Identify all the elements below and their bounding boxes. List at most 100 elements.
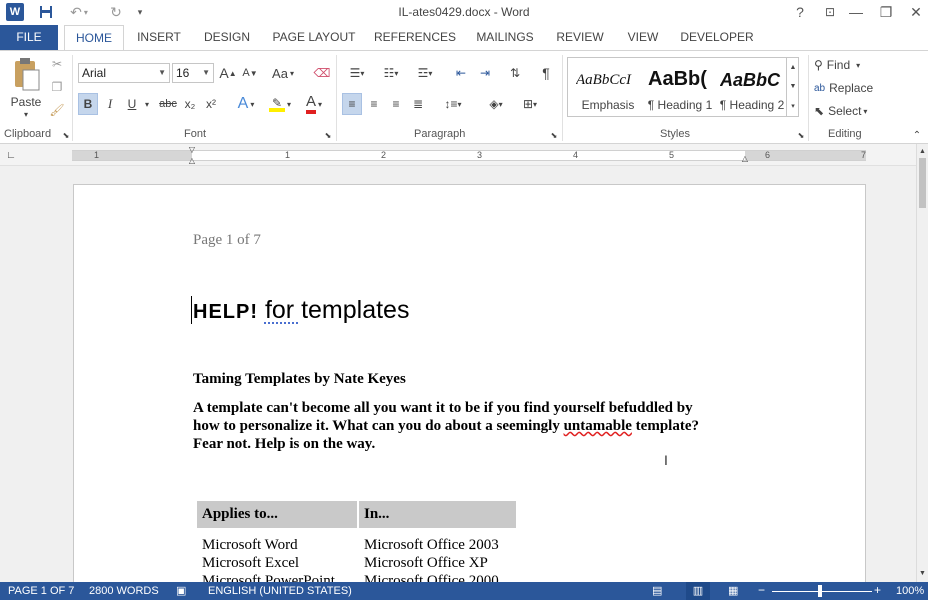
font-color-icon: A	[305, 94, 316, 114]
word-count[interactable]: 2800 WORDS	[89, 585, 159, 597]
paste-dropdown-icon[interactable]: ▾	[20, 109, 32, 119]
tab-developer[interactable]: DEVELOPER	[678, 25, 756, 50]
style-emphasis[interactable]: AaBbCcI Emphasis	[572, 60, 644, 114]
scroll-down-icon[interactable]: ▼	[917, 568, 928, 578]
text-effects-button[interactable]: A ▾	[232, 93, 260, 115]
proofing-icon[interactable]: ▣	[176, 584, 186, 597]
zoom-slider-thumb[interactable]	[818, 585, 822, 597]
format-painter-icon[interactable]: 🖌	[48, 101, 66, 119]
tab-page-layout[interactable]: PAGE LAYOUT	[266, 25, 362, 50]
ruler-number: 6	[765, 150, 771, 160]
show-formatting-icon[interactable]: ¶	[536, 63, 556, 83]
tab-insert[interactable]: INSERT	[132, 25, 186, 50]
borders-icon[interactable]: ⊞ ▾	[514, 93, 546, 115]
list-item: Microsoft Office XP	[364, 555, 488, 571]
editing-group-label: Editing	[828, 128, 862, 140]
multilevel-list-icon[interactable]: ☲ ▾	[410, 63, 440, 83]
paste-button[interactable]: Paste	[6, 95, 46, 109]
zoom-in-icon[interactable]: +	[874, 583, 881, 597]
numbering-icon[interactable]: ☷ ▾	[376, 63, 406, 83]
tab-view[interactable]: VIEW	[620, 25, 666, 50]
underline-dropdown-icon[interactable]: ▾	[142, 93, 152, 115]
ribbon-display-icon[interactable]: ⊡	[820, 3, 840, 21]
minimize-button[interactable]: —	[846, 3, 866, 21]
close-button[interactable]: ✕	[906, 3, 926, 21]
line-spacing-icon[interactable]: ↕≡ ▾	[438, 93, 468, 115]
style-heading-1[interactable]: AaBb( ¶ Heading 1	[644, 60, 716, 114]
paragraph-launcher-icon[interactable]: ⬊	[549, 130, 559, 140]
shrink-font-icon: A	[242, 67, 250, 79]
grow-font-button[interactable]: A ▲	[218, 63, 238, 83]
chevron-down-icon: ▼	[202, 68, 210, 77]
zoom-out-icon[interactable]: −	[758, 583, 765, 597]
increase-indent-icon[interactable]: ⇥	[474, 63, 496, 83]
tab-review[interactable]: REVIEW	[552, 25, 608, 50]
font-launcher-icon[interactable]: ⬊	[323, 130, 333, 140]
tab-references[interactable]: REFERENCES	[372, 25, 458, 50]
zoom-slider-track[interactable]	[772, 591, 872, 592]
hanging-indent-marker[interactable]: △	[186, 155, 198, 165]
horizontal-ruler[interactable]: ∟ 1 1 2 3 4 5 6 7 ▽ △ △	[0, 144, 928, 166]
subscript-button[interactable]: x₂	[180, 93, 200, 115]
select-button[interactable]: ⬉ Select ▾	[814, 102, 884, 120]
decrease-indent-icon[interactable]: ⇤	[450, 63, 472, 83]
document-title[interactable]: HELP! for templates	[191, 296, 409, 325]
paste-icon[interactable]	[6, 55, 46, 95]
print-layout-icon[interactable]: ▥	[686, 582, 710, 600]
chevron-up-icon[interactable]: ▲	[787, 58, 799, 77]
restore-button[interactable]: ❐	[876, 3, 896, 21]
tab-file[interactable]: FILE	[0, 25, 58, 50]
style-heading-2[interactable]: AaBbC ¶ Heading 2	[716, 60, 788, 114]
read-mode-icon[interactable]: ▤	[652, 584, 662, 597]
font-name-value: Arial	[82, 66, 107, 80]
replace-button[interactable]: ab Replace	[814, 79, 894, 97]
tab-mailings[interactable]: MAILINGS	[470, 25, 540, 50]
strikethrough-button[interactable]: abc	[156, 93, 180, 115]
tab-home[interactable]: HOME	[64, 25, 124, 50]
sort-icon[interactable]: ⇅	[504, 63, 526, 83]
clear-formatting-icon[interactable]: ⌫	[312, 63, 332, 83]
bold-button[interactable]: B	[78, 93, 98, 115]
zoom-level[interactable]: 100%	[896, 585, 924, 597]
align-left-icon[interactable]: ≡	[342, 93, 362, 115]
misspelled-word[interactable]: untamable	[564, 418, 632, 434]
font-color-button[interactable]: A ▾	[298, 93, 330, 115]
styles-scroll: ▲ ▼ ▾	[786, 58, 798, 116]
applies-to-table: Applies to... In... Microsoft Word Micro…	[195, 499, 518, 582]
help-button[interactable]: ?	[792, 3, 808, 21]
right-indent-marker[interactable]: △	[739, 153, 751, 163]
shading-icon[interactable]: ◈ ▾	[480, 93, 512, 115]
find-button[interactable]: ⚲ Find ▾	[814, 56, 884, 74]
more-styles-icon[interactable]: ▾	[787, 96, 799, 115]
scroll-up-icon[interactable]: ▲	[917, 146, 928, 156]
copy-icon[interactable]: ❐	[48, 78, 66, 96]
vertical-scrollbar[interactable]: ▲ ▼	[916, 144, 928, 582]
styles-launcher-icon[interactable]: ⬊	[796, 130, 806, 140]
highlight-button[interactable]: ✎ ▾	[264, 93, 296, 115]
font-name-combo[interactable]: Arial ▼	[78, 63, 170, 83]
web-layout-icon[interactable]: ▦	[728, 584, 738, 597]
italic-button[interactable]: I	[101, 93, 119, 115]
tab-design[interactable]: DESIGN	[198, 25, 256, 50]
chevron-down-icon[interactable]: ▼	[787, 77, 799, 96]
collapse-ribbon-icon[interactable]: ⌃	[910, 129, 924, 141]
tab-selector-icon[interactable]: ∟	[4, 148, 18, 162]
first-line-indent-marker[interactable]: ▽	[186, 145, 198, 154]
language-status[interactable]: ENGLISH (UNITED STATES)	[208, 585, 352, 597]
align-right-icon[interactable]: ≡	[386, 93, 406, 115]
grammar-underline	[264, 321, 298, 324]
justify-icon[interactable]: ≣	[408, 93, 428, 115]
style-sample: AaBbC	[720, 70, 781, 90]
align-center-icon[interactable]: ≡	[364, 93, 384, 115]
underline-button[interactable]: U	[122, 93, 142, 115]
font-size-combo[interactable]: 16 ▼	[172, 63, 214, 83]
document-page[interactable]: Page 1 of 7 HELP! for templates Taming T…	[73, 184, 866, 582]
shrink-font-button[interactable]: A ▼	[240, 63, 260, 83]
clipboard-launcher-icon[interactable]: ⬊	[61, 130, 71, 140]
change-case-button[interactable]: Aa ▾	[268, 63, 298, 83]
bullets-icon[interactable]: ☰ ▾	[342, 63, 372, 83]
cut-icon[interactable]: ✂	[48, 55, 66, 73]
scroll-thumb[interactable]	[919, 158, 926, 208]
page-count[interactable]: PAGE 1 OF 7	[8, 585, 74, 597]
superscript-button[interactable]: x²	[201, 93, 221, 115]
